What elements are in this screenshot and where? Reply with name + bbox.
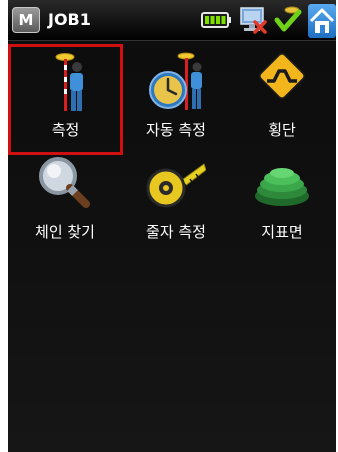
magnifier-icon — [39, 157, 90, 208]
battery-icon[interactable] — [200, 4, 234, 36]
tile-crosssection[interactable]: 횡단 — [228, 44, 336, 156]
auto-measure-clock-icon — [149, 52, 202, 110]
check-icon[interactable] — [274, 4, 302, 36]
tile-tape-measure[interactable]: 줄자 측정 — [122, 146, 230, 258]
network-disconnected-icon[interactable] — [238, 4, 268, 36]
tile-auto-measure[interactable]: 자동 측정 — [122, 44, 230, 156]
surface-layers-icon — [255, 168, 309, 206]
tile-label: 횡단 — [268, 121, 296, 139]
tile-label: 측정 — [51, 121, 80, 139]
tile-measure[interactable]: 측정 — [8, 44, 123, 155]
cross-section-sign-icon — [258, 52, 306, 100]
home-icon[interactable] — [308, 4, 336, 38]
tile-find-chain[interactable]: 체인 찾기 — [8, 146, 122, 258]
survey-rod-icon — [55, 53, 83, 111]
tile-label: 줄자 측정 — [146, 223, 206, 241]
tile-surface[interactable]: 지표면 — [228, 146, 336, 258]
tile-label: 자동 측정 — [146, 121, 206, 139]
job-title: JOB1 — [48, 10, 91, 29]
tile-label: 지표면 — [261, 223, 303, 241]
tile-label: 체인 찾기 — [35, 223, 95, 241]
app-screen: M JOB1 측정 자동 측정 횡단 체인 찾기 줄자 측정 지표면 — [8, 0, 336, 452]
menu-button[interactable]: M — [12, 7, 40, 33]
tape-measure-icon — [146, 163, 206, 208]
title-bar: M JOB1 — [8, 0, 336, 41]
